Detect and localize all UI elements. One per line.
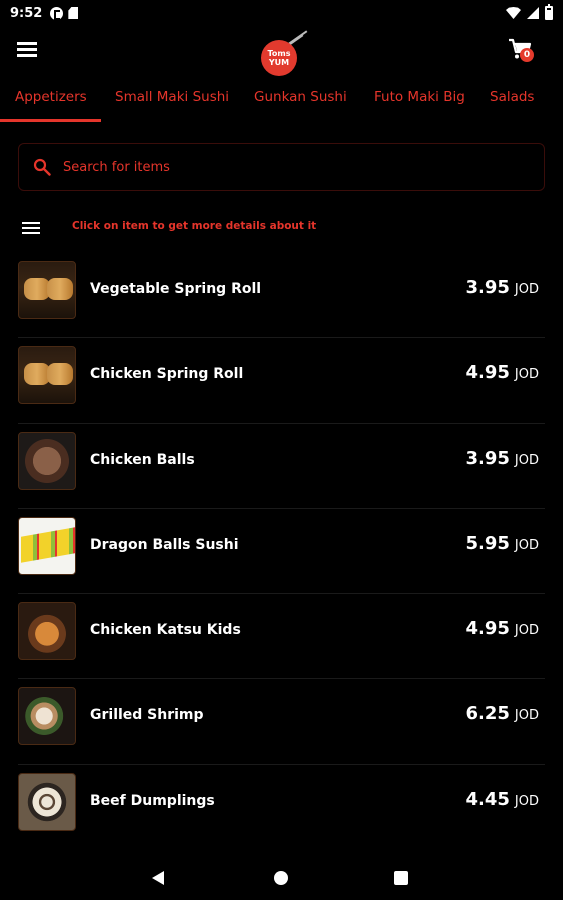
tab-futo-maki-big[interactable]: Futo Maki Big (374, 89, 465, 105)
item-price: 4.45 JOD (466, 789, 540, 810)
item-price: 4.95 JOD (466, 618, 540, 639)
active-tab-indicator (0, 119, 101, 122)
item-image (18, 431, 76, 490)
price-currency: JOD (514, 367, 539, 383)
list-item[interactable]: Grilled Shrimp 6.25 JOD (0, 679, 563, 765)
battery-icon (545, 4, 553, 20)
item-name: Beef Dumplings (90, 792, 215, 809)
price-currency: JOD (514, 282, 539, 297)
system-nav-bar (0, 852, 563, 900)
price-currency: JOD (514, 708, 539, 724)
list-item[interactable]: Vegetable Spring Roll 3.95 JOD (0, 253, 563, 339)
list-item[interactable]: Chicken Katsu Kids 4.95 JOD (0, 594, 563, 680)
app-bar: Toms YUM 0 (0, 26, 563, 76)
search-input[interactable] (63, 159, 503, 175)
price-currency: JOD (514, 623, 539, 639)
price-amount: 5.95 (465, 532, 510, 554)
list-item[interactable]: Dragon Balls Sushi 5.95 JOD (0, 509, 563, 595)
cellular-icon (527, 7, 539, 19)
price-currency: JOD (514, 452, 539, 468)
hamburger-menu-icon[interactable] (17, 42, 37, 57)
item-price: 3.95 JOD (466, 277, 540, 298)
search-box[interactable] (18, 143, 545, 191)
home-icon[interactable] (274, 871, 288, 885)
item-image (18, 346, 76, 405)
item-name: Vegetable Spring Roll (90, 281, 262, 297)
tab-salads[interactable]: Salads (490, 89, 534, 105)
price-currency: JOD (514, 537, 539, 553)
recents-icon[interactable] (394, 871, 408, 885)
list-item[interactable]: Chicken Spring Roll 4.95 JOD (0, 338, 563, 424)
item-image (18, 687, 76, 746)
cart-count-badge: 0 (520, 48, 534, 62)
logo-text-bottom: YUM (268, 58, 290, 67)
price-amount: 4.45 (465, 788, 510, 810)
item-name: Grilled Shrimp (90, 707, 204, 724)
price-amount: 4.95 (465, 618, 510, 640)
wifi-icon (506, 7, 521, 19)
category-tabs: Appetizers Small Maki Sushi Gunkan Sushi… (0, 82, 563, 122)
notification-icon (50, 6, 64, 20)
item-image (18, 772, 76, 831)
item-image (18, 516, 76, 575)
menu-item-list: Vegetable Spring Roll 3.95 JOD Chicken Sp… (0, 253, 563, 850)
tab-gunkan-sushi[interactable]: Gunkan Sushi (254, 89, 347, 105)
item-name: Chicken Spring Roll (90, 366, 244, 383)
item-name: Dragon Balls Sushi (90, 536, 239, 553)
item-price: 5.95 JOD (466, 533, 540, 554)
price-amount: 3.95 (465, 277, 510, 298)
price-amount: 3.95 (465, 447, 510, 469)
item-price: 3.95 JOD (466, 448, 540, 469)
status-time: 9:52 (10, 5, 43, 21)
price-amount: 6.25 (465, 703, 510, 725)
tab-small-maki-sushi[interactable]: Small Maki Sushi (115, 89, 229, 105)
price-currency: JOD (514, 793, 539, 809)
item-price: 4.95 JOD (466, 362, 540, 383)
price-amount: 4.95 (465, 362, 510, 384)
status-bar: 9:52 (0, 0, 563, 26)
item-image (18, 602, 76, 661)
search-icon (33, 158, 51, 176)
item-image (18, 261, 76, 319)
list-item[interactable]: Beef Dumplings 4.45 JOD (0, 765, 563, 850)
cart-button[interactable]: 0 (508, 38, 538, 66)
logo-text-top: Toms (267, 49, 291, 58)
tab-appetizers[interactable]: Appetizers (15, 89, 87, 105)
sdcard-icon (68, 7, 79, 19)
list-view-icon (22, 222, 40, 234)
brand-logo: Toms YUM (261, 30, 308, 76)
item-price: 6.25 JOD (466, 703, 540, 724)
list-item[interactable]: Chicken Balls 3.95 JOD (0, 424, 563, 509)
item-name: Chicken Katsu Kids (90, 622, 241, 639)
item-name: Chicken Balls (90, 451, 195, 468)
back-icon[interactable] (152, 871, 164, 885)
hint-text: Click on item to get more details about … (72, 220, 317, 232)
